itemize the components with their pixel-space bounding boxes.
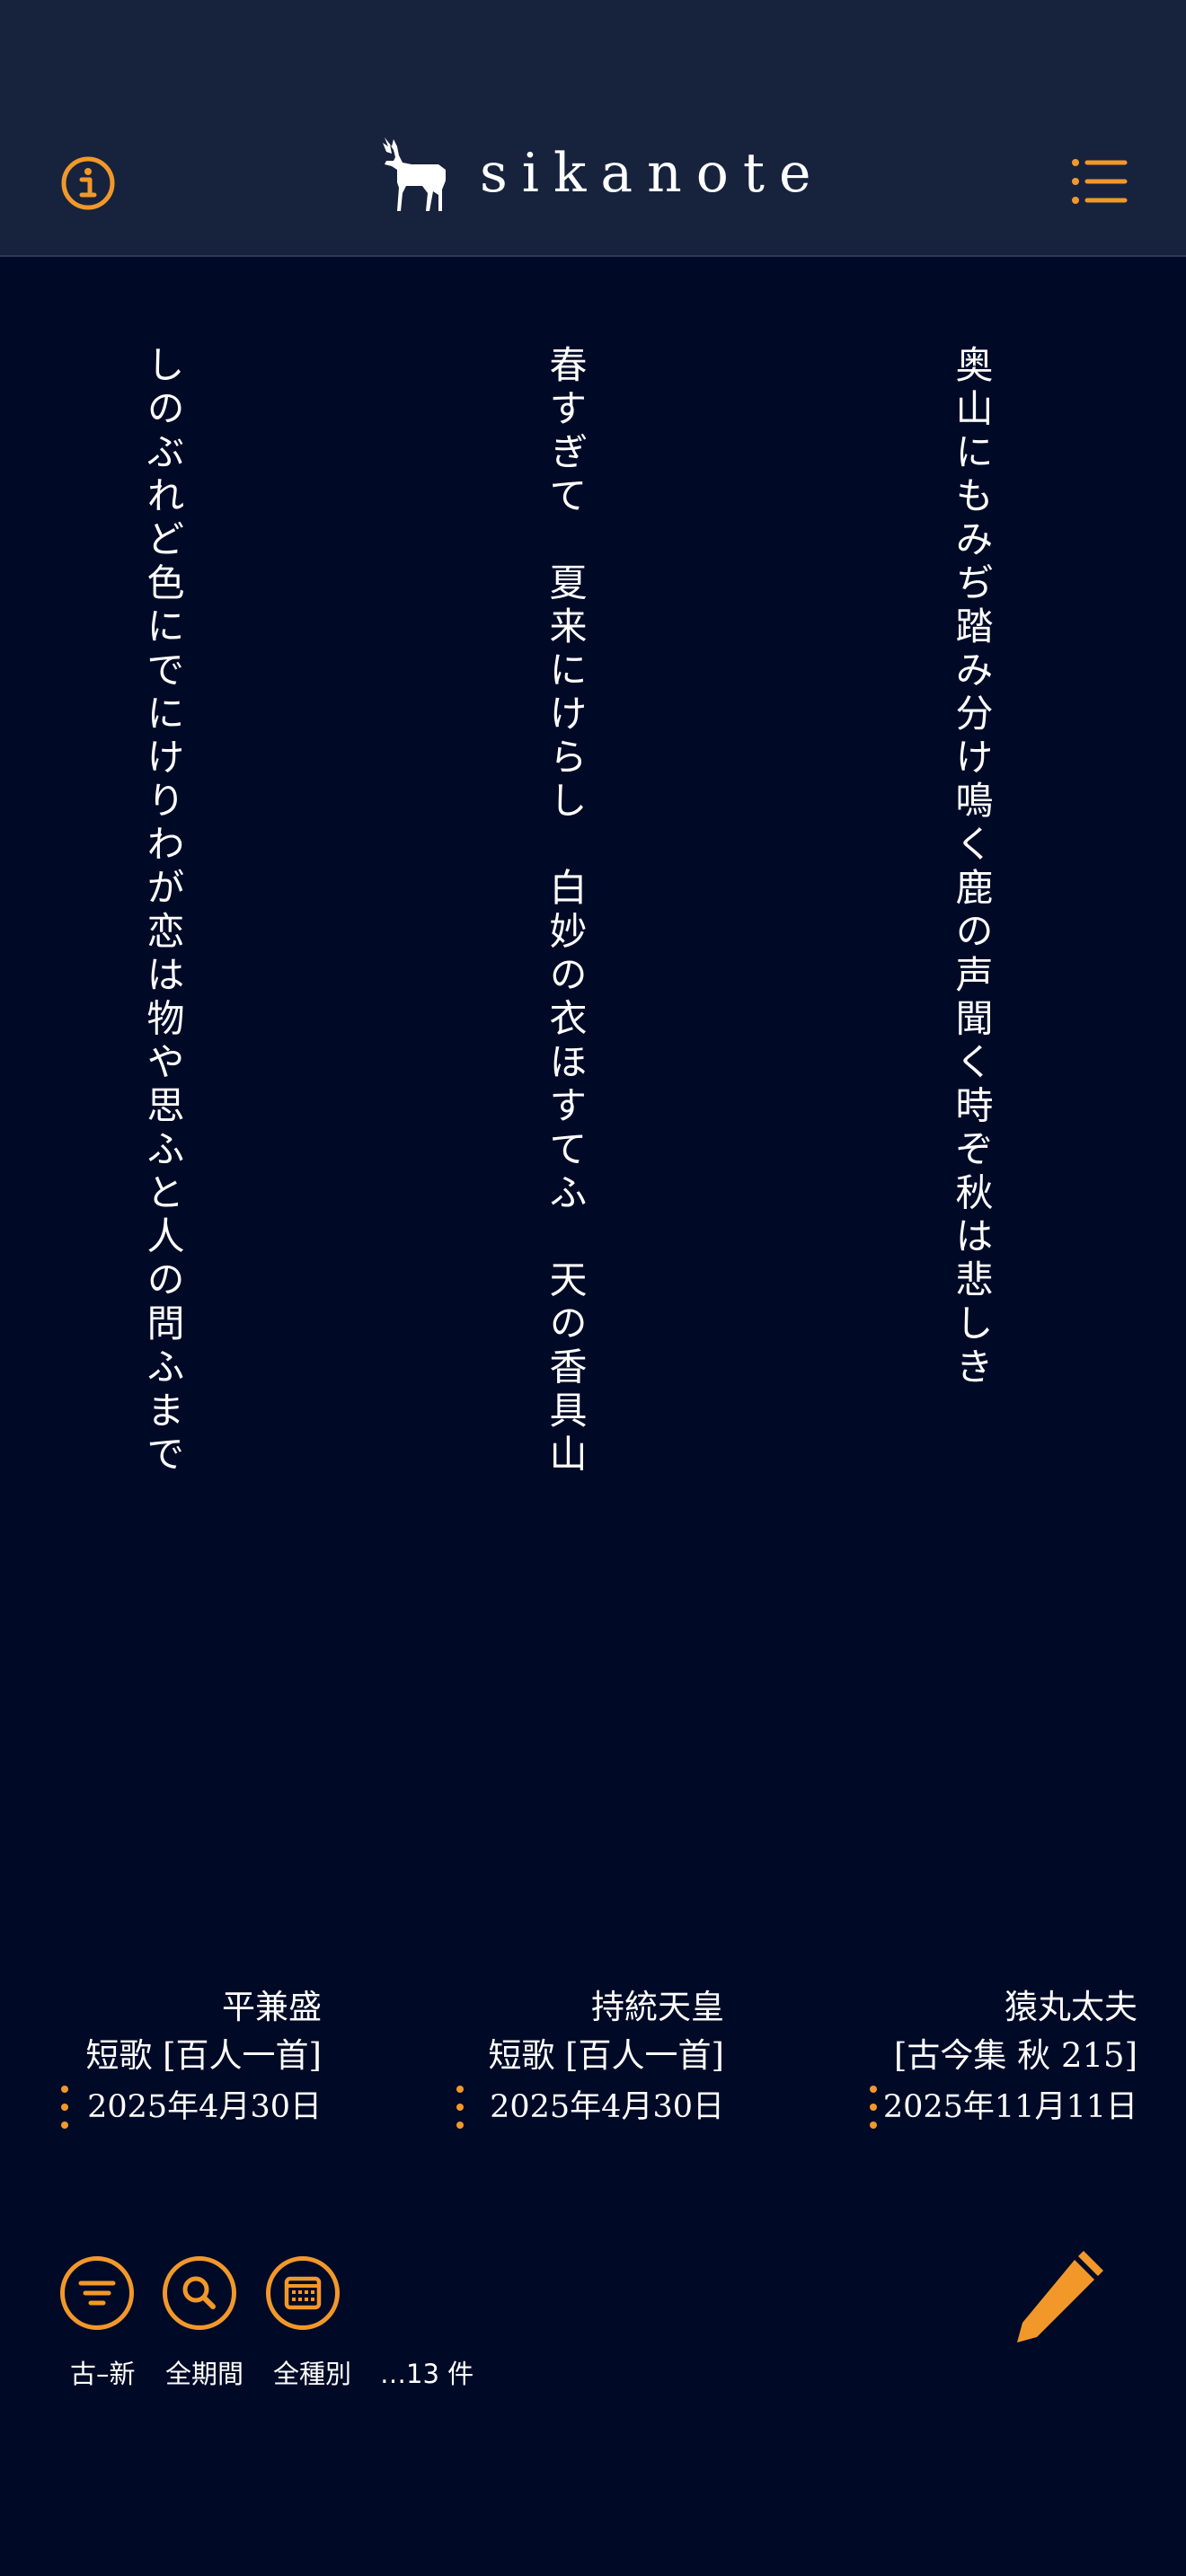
pencil-icon [1017,2251,1103,2342]
poem-author: 猿丸太夫 [1005,1988,1137,2026]
app-header: sikanote [0,0,1186,257]
poem-meta: 持統天皇 短歌 [百人一首] 2025年4月30日 [419,1985,724,2132]
poem-text[interactable]: しのぶれど色にでにけりわが恋は物や思ふと人の問ふまで [140,345,185,1478]
poem-list: 奥山にもみぢ踏み分け鳴く鹿の声聞く時ぞ秋は悲しき 春すぎて 夏来にけらし 白妙の… [0,257,1186,1945]
list-menu-icon[interactable] [1071,156,1128,207]
poem-date-row: 2025年4月30日 [16,2082,322,2132]
poem-source: [古今集 秋 215] [893,2036,1137,2075]
info-icon[interactable] [59,154,117,212]
poem-text[interactable]: 春すぎて 夏来にけらし 白妙の衣ほすてふ 天の香具山 [543,345,588,1478]
filter-button[interactable] [60,2256,134,2330]
filter-icon [78,2280,116,2306]
poem-source: 短歌 [百人一首] [488,2036,724,2075]
poem-date-row: 2025年11月11日 [832,2082,1137,2132]
deer-logo-icon [383,137,446,211]
calendar-icon [284,2276,322,2310]
more-options-icon[interactable] [868,2086,879,2129]
search-button[interactable] [163,2256,236,2330]
period-filter-label[interactable]: 全期間 [165,2353,243,2391]
poem-meta: 猿丸太夫 [古今集 秋 215] 2025年11月11日 [832,1985,1137,2132]
result-count: …13 件 [380,2359,474,2389]
poem-source: 短歌 [百人一首] [85,2036,322,2075]
more-options-icon[interactable] [455,2086,465,2129]
poem-meta: 平兼盛 短歌 [百人一首] 2025年4月30日 [16,1985,322,2132]
app-logo[interactable]: sikanote [367,133,826,214]
more-options-icon[interactable] [59,2086,70,2129]
poem-date-row: 2025年4月30日 [419,2082,724,2132]
type-filter-label[interactable]: 全種別 [273,2353,351,2391]
bottom-toolbar: 古–新 全期間 全種別 …13 件 [0,2245,1186,2425]
new-entry-button[interactable] [1010,2245,1109,2344]
logo-text: sikanote [480,142,826,205]
sort-order-label[interactable]: 古–新 [70,2353,136,2391]
calendar-button[interactable] [266,2256,340,2330]
poem-text[interactable]: 奥山にもみぢ踏み分け鳴く鹿の声聞く時ぞ秋は悲しき [949,345,994,1390]
poem-author: 持統天皇 [591,1988,724,2026]
poem-author: 平兼盛 [222,1988,322,2026]
search-icon [182,2276,216,2309]
